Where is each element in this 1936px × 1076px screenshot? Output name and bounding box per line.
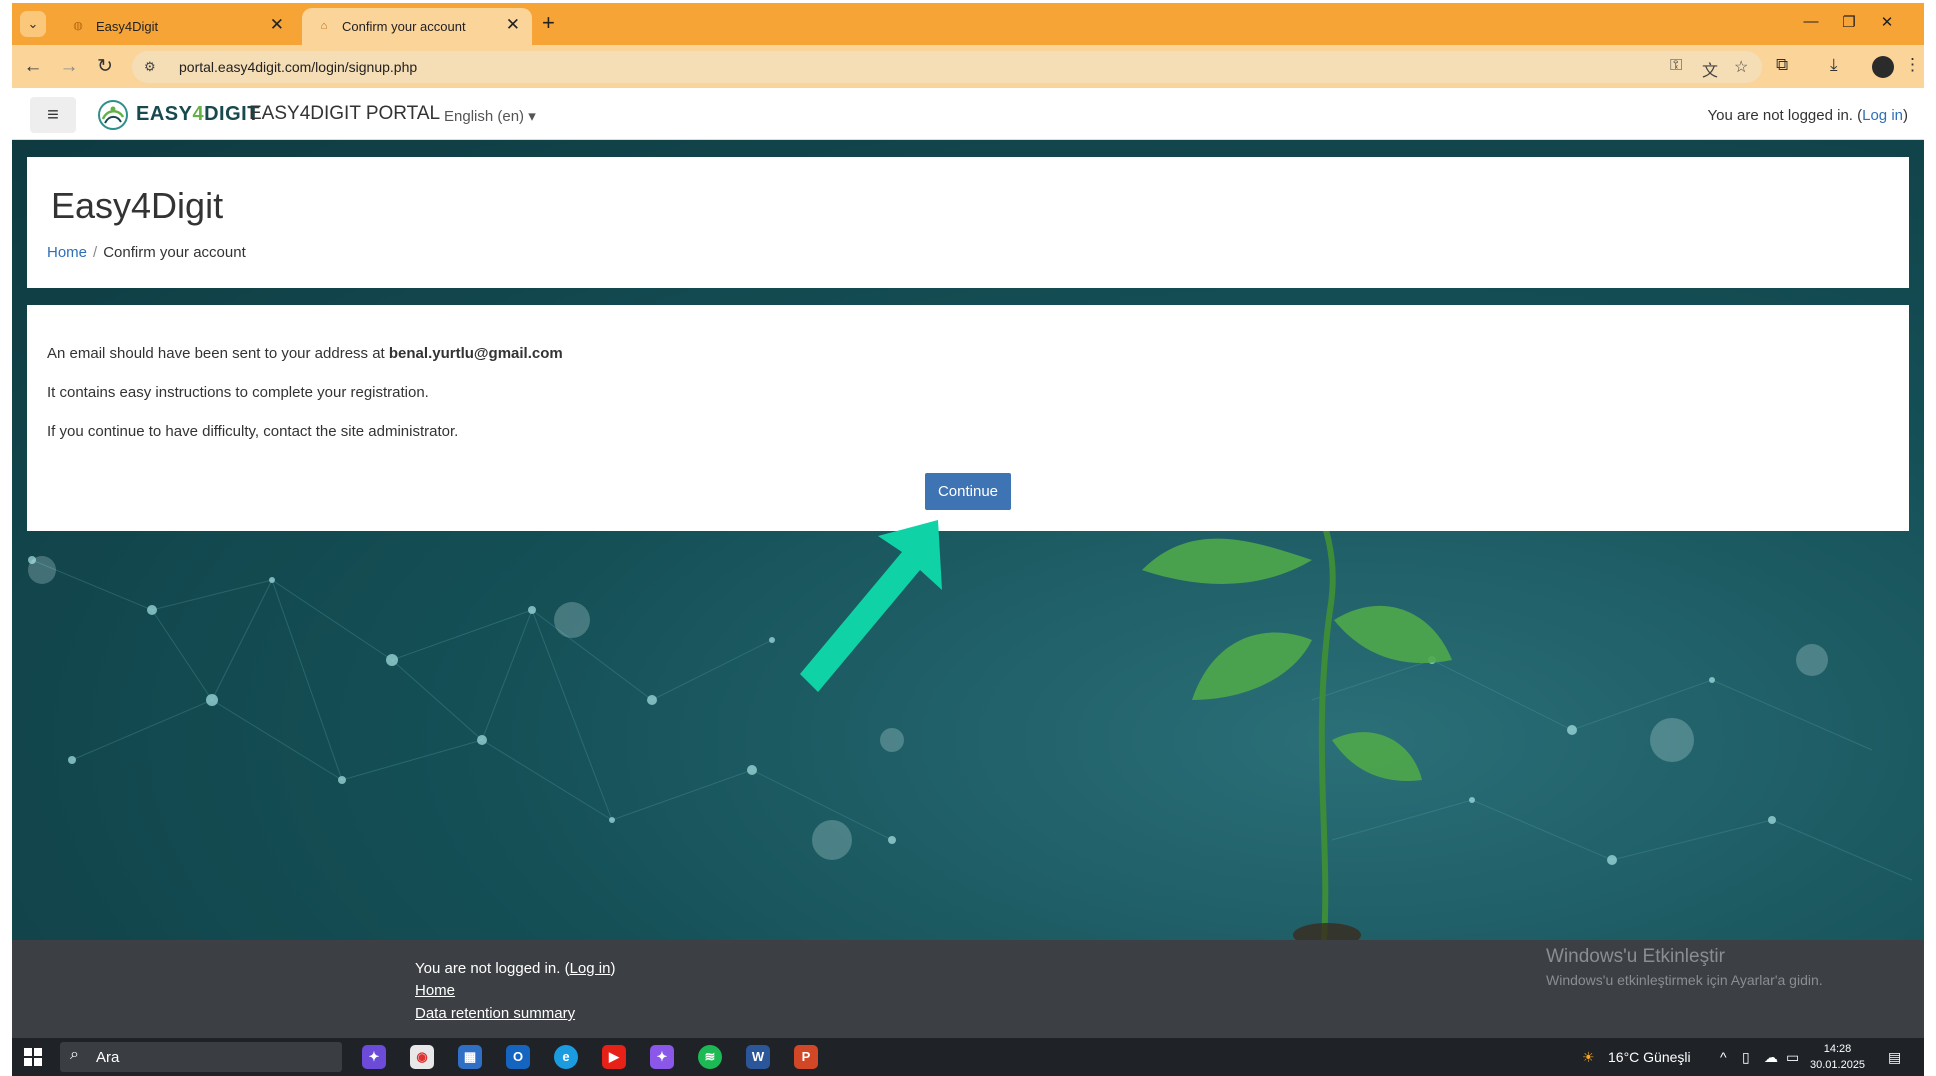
taskbar-search-box[interactable]: ⌕ Ara	[60, 1042, 342, 1072]
windows-start-icon[interactable]	[24, 1048, 42, 1066]
browser-tab-easy4digit[interactable]: ◍ Easy4Digit ✕	[56, 8, 296, 45]
footer-data-retention-link[interactable]: Data retention summary	[415, 1005, 575, 1022]
weather-icon[interactable]: ☀	[1582, 1049, 1595, 1066]
taskbar-search-placeholder: Ara	[96, 1049, 120, 1066]
login-link[interactable]: Log in	[1862, 107, 1903, 124]
breadcrumb: Home / Confirm your account	[47, 244, 246, 261]
hamburger-menu-icon[interactable]: ≡	[30, 97, 76, 133]
spotify-app-icon[interactable]: ≋	[698, 1045, 722, 1069]
restore-window-icon[interactable]: ❐	[1834, 13, 1864, 31]
taskbar-clock[interactable]: 14:28 30.01.2025	[1810, 1041, 1865, 1073]
forward-arrow-icon[interactable]: →	[56, 54, 82, 80]
extensions-puzzle-icon[interactable]: ⧉	[1776, 55, 1788, 75]
word-app-icon[interactable]: W	[746, 1045, 770, 1069]
translate-icon[interactable]: 文	[1702, 57, 1718, 81]
copilot-app-icon[interactable]: ✦	[362, 1045, 386, 1069]
password-key-icon[interactable]: ⚿	[1670, 57, 1682, 75]
continue-button[interactable]: Continue	[925, 473, 1011, 510]
close-window-icon[interactable]: ✕	[1872, 13, 1902, 31]
breadcrumb-current: Confirm your account	[103, 244, 246, 261]
edge-app-icon[interactable]: e	[554, 1045, 578, 1069]
bookmark-star-icon[interactable]: ☆	[1734, 57, 1748, 77]
reload-icon[interactable]: ↻	[92, 54, 118, 80]
login-status: You are not logged in. (Log in)	[1707, 107, 1908, 124]
page-title: Easy4Digit	[51, 185, 224, 226]
tab-title: Easy4Digit	[96, 19, 159, 34]
new-tab-plus-icon[interactable]: +	[542, 12, 555, 34]
clock-date: 30.01.2025	[1810, 1059, 1866, 1071]
address-bar[interactable]: ⚙ portal.easy4digit.com/login/signup.php…	[132, 51, 1762, 83]
close-tab-icon[interactable]: ✕	[270, 15, 284, 35]
browser-menu-icon[interactable]: ⋮	[1904, 55, 1921, 75]
url-text: portal.easy4digit.com/login/signup.php	[179, 59, 418, 75]
back-arrow-icon[interactable]: ←	[20, 54, 46, 80]
footer-home-link[interactable]: Home	[415, 982, 455, 999]
network-icon[interactable]: ☁	[1764, 1049, 1778, 1066]
profile-avatar-icon[interactable]	[1872, 56, 1894, 78]
teams-app-icon[interactable]: ✦	[650, 1045, 674, 1069]
site-footer: You are not logged in. (Log in) Home Dat…	[12, 940, 1924, 1038]
browser-tab-bar: ⌄ ◍ Easy4Digit ✕ ⌂ Confirm your account …	[12, 3, 1924, 45]
difficulty-message: If you continue to have difficulty, cont…	[47, 423, 459, 440]
page-header-card: Easy4Digit Home / Confirm your account	[27, 157, 1909, 288]
windows-activation-watermark-title: Windows'u Etkinleştir	[1546, 946, 1725, 967]
tray-device-icon[interactable]: ▯	[1742, 1049, 1750, 1066]
easy4digit-logo-icon[interactable]	[97, 99, 129, 131]
download-icon[interactable]: ⤓	[1830, 55, 1838, 75]
tab-search-dropdown-icon[interactable]: ⌄	[20, 11, 46, 37]
chrome-app-icon[interactable]: ◉	[410, 1045, 434, 1069]
microsoft-store-app-icon[interactable]: ▦	[458, 1045, 482, 1069]
search-icon: ⌕	[70, 1046, 79, 1063]
screen: ⌄ ◍ Easy4Digit ✕ ⌂ Confirm your account …	[0, 0, 1936, 1076]
weather-text[interactable]: 16°C Güneşli	[1608, 1049, 1691, 1065]
portal-name[interactable]: EASY4DIGIT PORTAL	[249, 103, 440, 125]
close-tab-icon[interactable]: ✕	[506, 15, 520, 35]
site-settings-icon[interactable]: ⚙	[144, 59, 156, 75]
email-address: benal.yurtlu@gmail.com	[388, 345, 563, 362]
brand-logo-text[interactable]: EASY4DIGIT	[136, 103, 260, 126]
browser-tab-confirm-account[interactable]: ⌂ Confirm your account ✕	[302, 8, 532, 45]
notifications-icon[interactable]: ▤	[1888, 1049, 1901, 1066]
outlook-app-icon[interactable]: O	[506, 1045, 530, 1069]
email-sent-message: An email should have been sent to your a…	[47, 345, 563, 362]
footer-login-link[interactable]: Log in	[570, 960, 611, 977]
site-favicon-icon: ◍	[73, 20, 83, 32]
breadcrumb-home-link[interactable]: Home	[47, 244, 87, 261]
windows-activation-watermark-subtitle: Windows'u etkinleştirmek için Ayarlar'a …	[1546, 972, 1823, 988]
language-selector[interactable]: English (en) ▾	[444, 107, 536, 125]
tray-chevron-icon[interactable]: ^	[1720, 1049, 1727, 1065]
site-favicon-icon: ⌂	[320, 20, 328, 32]
confirm-account-card: An email should have been sent to your a…	[27, 305, 1909, 531]
site-navbar: ≡ EASY4DIGIT EASY4DIGIT PORTAL English (…	[12, 90, 1924, 140]
browser-toolbar: ← → ↻ ⚙ portal.easy4digit.com/login/sign…	[12, 45, 1924, 88]
youtube-app-icon[interactable]: ▶	[602, 1045, 626, 1069]
annotation-arrow-icon	[800, 520, 942, 692]
powerpoint-app-icon[interactable]: P	[794, 1045, 818, 1069]
footer-login-status: You are not logged in. (Log in)	[415, 960, 616, 977]
minimize-window-icon[interactable]: —	[1796, 13, 1826, 30]
speaker-icon[interactable]: ▭	[1786, 1049, 1799, 1066]
tab-title: Confirm your account	[342, 19, 466, 34]
instructions-message: It contains easy instructions to complet…	[47, 384, 429, 401]
windows-taskbar: ⌕ Ara ✦ ◉ ▦ O e ▶ ✦ ≋ W P ☀ 16°C Güneşli…	[12, 1038, 1924, 1076]
clock-time: 14:28	[1823, 1043, 1852, 1055]
